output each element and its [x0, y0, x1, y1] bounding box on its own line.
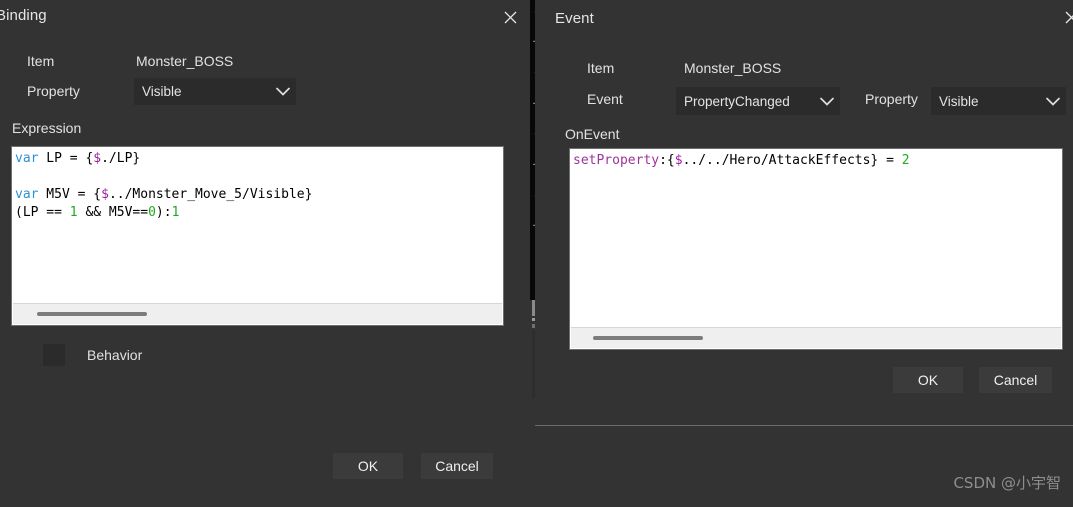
event-dialog: Event Item Monster_BOSS Event PropertyCh…: [535, 0, 1073, 425]
onevent-editor[interactable]: setProperty:{$../../Hero/AttackEffects} …: [569, 148, 1063, 350]
item-value: Monster_BOSS: [684, 60, 782, 76]
expression-label: Expression: [12, 120, 82, 136]
scrollbar-thumb[interactable]: [37, 312, 147, 316]
expression-code: var LP = {$./LP} var M5V = {$../Monster_…: [15, 151, 313, 220]
expression-editor-horizontal-scrollbar[interactable]: [13, 303, 502, 324]
onevent-editor-horizontal-scrollbar[interactable]: [571, 327, 1061, 348]
event-label: Event: [587, 91, 623, 107]
onevent-code: setProperty:{$../../Hero/AttackEffects} …: [573, 153, 910, 168]
property-dropdown-value: Visible: [142, 84, 182, 99]
chevron-down-icon: [270, 87, 296, 96]
ok-button[interactable]: OK: [893, 367, 963, 393]
property-dropdown-value: Visible: [939, 93, 979, 109]
behavior-checkbox[interactable]: [43, 344, 65, 366]
behavior-checkbox-row[interactable]: Behavior: [43, 344, 142, 366]
item-label: Item: [587, 60, 615, 76]
onevent-label: OnEvent: [565, 126, 620, 142]
binding-dialog: Binding Item Monster_BOSS Property Visib…: [0, 0, 530, 507]
item-label: Item: [27, 53, 55, 69]
scrollbar-thumb[interactable]: [593, 336, 703, 340]
close-icon[interactable]: [495, 2, 525, 32]
property-label: Property: [27, 83, 80, 99]
binding-dialog-title: Binding: [0, 7, 47, 24]
watermark: CSDN @小宇智: [953, 474, 1061, 492]
event-dropdown[interactable]: PropertyChanged: [676, 87, 840, 115]
property-dropdown[interactable]: Visible: [931, 87, 1066, 115]
panel-divider: [535, 425, 1073, 426]
cancel-button[interactable]: Cancel: [421, 453, 493, 479]
cancel-button[interactable]: Cancel: [979, 367, 1052, 393]
event-dropdown-value: PropertyChanged: [684, 93, 790, 109]
chevron-down-icon: [814, 97, 840, 106]
event-dialog-title: Event: [555, 10, 594, 27]
expression-editor-text-area[interactable]: var LP = {$./LP} var M5V = {$../Monster_…: [12, 147, 503, 304]
behavior-label: Behavior: [87, 347, 143, 363]
ok-button[interactable]: OK: [333, 453, 403, 479]
property-label: Property: [865, 91, 918, 107]
close-icon[interactable]: [1056, 2, 1073, 32]
chevron-down-icon: [1040, 97, 1066, 106]
onevent-editor-text-area[interactable]: setProperty:{$../../Hero/AttackEffects} …: [570, 149, 1062, 328]
item-value: Monster_BOSS: [136, 53, 234, 69]
property-dropdown[interactable]: Visible: [134, 78, 296, 105]
expression-editor[interactable]: var LP = {$./LP} var M5V = {$../Monster_…: [11, 146, 504, 326]
